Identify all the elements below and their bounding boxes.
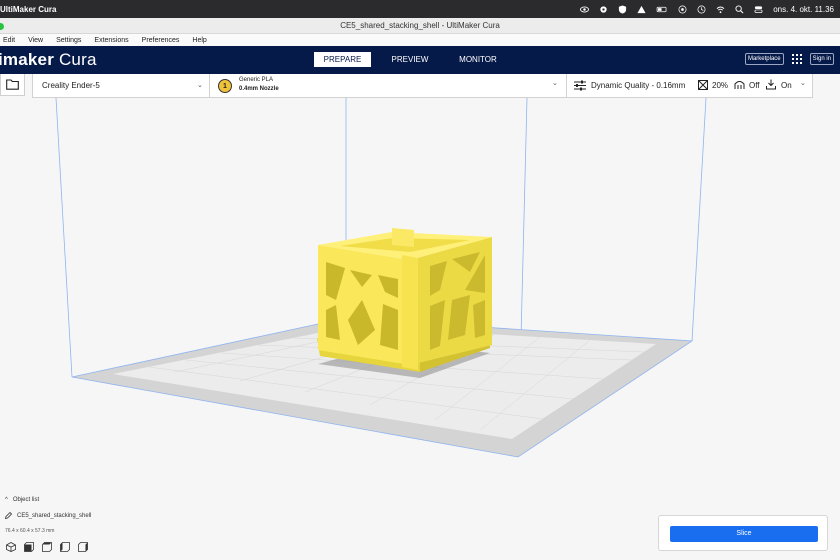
quality-profile: Dynamic Quality - 0.16mm <box>591 81 686 90</box>
infill-icon <box>698 80 708 90</box>
adhesion-value: On <box>781 81 792 90</box>
os-status-area: ons. 4. okt. 11.36 <box>580 0 834 18</box>
chevron-down-icon: ⌄ <box>800 80 806 87</box>
chevron-down-icon: ⌄ <box>552 80 558 87</box>
build-volume-edge <box>55 98 73 378</box>
window-title-bar: CE5_shared_stacking_shell - UltiMaker Cu… <box>0 18 840 34</box>
menu-extensions[interactable]: Extensions <box>94 37 128 44</box>
material-nozzle-selector[interactable]: 1 Generic PLA 0.4mm Nozzle ⌄ <box>210 74 567 98</box>
stage-tabs: PREPARE PREVIEW MONITOR <box>314 52 515 67</box>
slice-button[interactable]: Slice <box>670 526 818 542</box>
os-menu-bar: UltiMaker Cura ons. 4. okt. 11.36 <box>0 0 840 18</box>
wifi-icon[interactable] <box>716 5 725 14</box>
3d-view-icon[interactable] <box>6 542 16 552</box>
build-volume-edge <box>691 98 707 342</box>
chevron-up-icon: ^ <box>5 497 8 503</box>
slice-panel: Slice <box>658 515 828 551</box>
tab-prepare[interactable]: PREPARE <box>314 52 371 67</box>
gear-icon[interactable] <box>599 5 608 14</box>
menu-settings[interactable]: Settings <box>56 37 81 44</box>
menu-help[interactable]: Help <box>192 37 206 44</box>
logo-light: Cura <box>54 50 97 69</box>
support-icon <box>734 81 745 89</box>
left-view-icon[interactable] <box>60 542 70 552</box>
chevron-down-icon: ⌄ <box>197 82 203 89</box>
adhesion-icon <box>766 79 776 90</box>
infill-value: 20% <box>712 81 729 90</box>
menu-preferences[interactable]: Preferences <box>142 37 180 44</box>
control-center-icon[interactable] <box>754 5 763 14</box>
object-list-panel: ^ Object list CE5_shared_stacking_shell <box>5 497 91 528</box>
search-icon[interactable] <box>735 4 744 14</box>
top-view-icon[interactable] <box>42 542 52 552</box>
tab-monitor[interactable]: MONITOR <box>447 52 509 67</box>
menu-view[interactable]: View <box>28 37 43 44</box>
window-title: CE5_shared_stacking_shell - UltiMaker Cu… <box>340 21 500 30</box>
nozzle-size: 0.4mm Nozzle <box>239 86 279 92</box>
window-zoom-button[interactable] <box>0 23 4 30</box>
os-clock[interactable]: ons. 4. okt. 11.36 <box>773 5 834 14</box>
open-file-button[interactable] <box>0 74 25 96</box>
print-settings-selector[interactable]: Dynamic Quality - 0.16mm 20% Off On ⌄ <box>567 74 813 98</box>
tab-preview[interactable]: PREVIEW <box>379 52 441 67</box>
sliders-icon <box>574 80 586 91</box>
list-item[interactable]: CE5_shared_stacking_shell <box>5 512 91 519</box>
logo-strong: imaker <box>0 50 55 69</box>
time-machine-icon[interactable] <box>697 5 706 14</box>
model-corner-post <box>392 228 414 247</box>
object-dimensions: 76.4 x 60.4 x 57.3 mm <box>5 528 55 534</box>
pencil-icon <box>5 512 12 519</box>
app-logo: imaker Cura <box>0 50 97 70</box>
camera-view-buttons <box>6 542 88 552</box>
marketplace-button[interactable]: Marketplace <box>744 53 784 65</box>
folder-icon <box>6 79 19 90</box>
material-name: Generic PLA <box>239 77 274 83</box>
right-view-icon[interactable] <box>78 542 88 552</box>
printer-name: Creality Ender-5 <box>42 81 100 90</box>
sign-in-button[interactable]: Sign in <box>809 53 834 65</box>
header-actions: Marketplace Sign in <box>744 53 834 65</box>
support-value: Off <box>749 81 760 90</box>
menu-edit[interactable]: Edit <box>3 37 15 44</box>
record-icon[interactable] <box>678 5 687 14</box>
apps-grid-icon[interactable] <box>791 54 802 64</box>
battery-icon[interactable] <box>656 5 668 14</box>
object-list-title: Object list <box>12 497 40 503</box>
printer-selector[interactable]: Creality Ender-5 ⌄ <box>32 74 210 98</box>
object-name: CE5_shared_stacking_shell <box>17 512 92 519</box>
build-plate-viewport[interactable] <box>0 98 840 560</box>
shield-icon[interactable] <box>618 4 627 14</box>
object-list-header[interactable]: ^ Object list <box>5 497 91 503</box>
eye-icon[interactable] <box>580 5 590 14</box>
model-corner-post <box>402 255 418 370</box>
front-view-icon[interactable] <box>24 542 34 552</box>
extruder-badge: 1 <box>218 79 232 93</box>
app-menu-bar: Edit View Settings Extensions Preference… <box>0 34 840 46</box>
os-app-name[interactable]: UltiMaker Cura <box>0 5 56 14</box>
warning-icon[interactable] <box>637 5 646 14</box>
app-header: imaker Cura PREPARE PREVIEW MONITOR Mark… <box>0 46 840 74</box>
